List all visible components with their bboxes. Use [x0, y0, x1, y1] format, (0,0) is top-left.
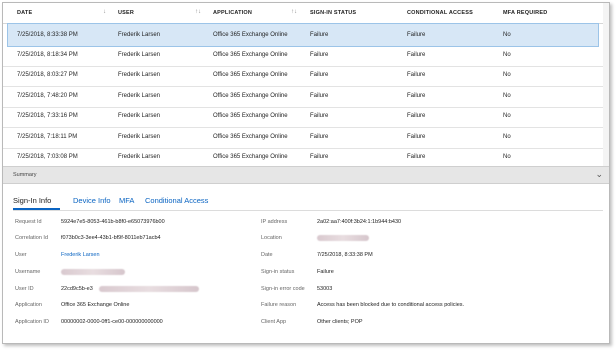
table-header: DATE ↓ USER ↑↓ APPLICATION ↑↓ SIGN-IN ST…	[3, 3, 609, 24]
detail-value: f073b0c3-3ee4-43b1-bf9f-8011eb71acb4	[61, 235, 161, 241]
sort-desc-icon[interactable]: ↓	[103, 9, 106, 15]
table-cell: 7/25/2018, 8:33:38 PM	[17, 32, 78, 38]
table-cell: Failure	[407, 154, 426, 160]
detail-value: 00000002-0000-0ff1-ce00-000000000000	[61, 319, 163, 325]
detail-value: 53003	[317, 286, 333, 292]
column-header-sign-in-status[interactable]: SIGN-IN STATUS	[310, 10, 356, 16]
sort-icon[interactable]: ↑↓	[195, 9, 201, 15]
table-cell: Failure	[310, 154, 329, 160]
column-header-application[interactable]: APPLICATION	[213, 10, 252, 16]
detail-value: Access has been blocked due to condition…	[317, 302, 465, 308]
detail-label: Sign-in status	[261, 269, 295, 275]
table-cell: Failure	[407, 133, 426, 140]
table-cell: Failure	[310, 92, 329, 99]
table-cell: Failure	[310, 72, 329, 78]
table-cell: Office 365 Exchange Online	[213, 32, 288, 38]
table-cell: No	[503, 154, 511, 160]
chevron-down-icon[interactable]: ⌄	[595, 169, 603, 180]
summary-bar[interactable]: Summary ⌄	[3, 166, 609, 184]
table-cell: Failure	[407, 51, 426, 58]
detail-label: Sign-in error code	[261, 286, 305, 292]
tab-sign-in-info[interactable]: Sign-In Info	[13, 196, 51, 205]
detail-label: Failure reason	[261, 302, 297, 308]
table-cell: 7/25/2018, 7:03:08 PM	[17, 154, 78, 160]
detail-value: 5924e7e5-8053-461b-b8f0-e65073976b00	[61, 219, 165, 225]
table-cell: Office 365 Exchange Online	[213, 154, 288, 160]
detail-label: Correlation Id	[15, 235, 49, 241]
redacted-user-id	[99, 286, 199, 292]
detail-value: 2a02:aa7:400f:3b24:1:1b944:b430	[317, 219, 402, 225]
column-header-conditional-access[interactable]: CONDITIONAL ACCESS	[407, 10, 473, 16]
tab-conditional-access[interactable]: Conditional Access	[145, 196, 208, 205]
table-cell: Failure	[310, 51, 329, 58]
table-cell: Failure	[310, 113, 329, 119]
detail-label: IP address	[261, 219, 288, 225]
detail-label: Application	[15, 302, 42, 308]
table-cell: Frederik Larsen	[118, 51, 161, 58]
detail-value: 7/25/2018, 8:33:38 PM	[317, 252, 373, 258]
table-cell: No	[503, 92, 511, 99]
table-cell: Failure	[310, 133, 329, 140]
table-cell: Office 365 Exchange Online	[213, 72, 288, 78]
detail-label: Location	[261, 235, 282, 241]
table-cell: No	[503, 113, 511, 119]
detail-label: Client App	[261, 319, 287, 325]
summary-label: Summary	[13, 172, 37, 178]
table-cell: Frederik Larsen	[118, 32, 161, 38]
redacted-location	[317, 235, 369, 241]
detail-label: Username	[15, 269, 41, 275]
table-scrollbar[interactable]	[603, 3, 609, 166]
detail-label: Date	[261, 252, 273, 258]
table-cell: Failure	[310, 32, 329, 38]
table-cell: Office 365 Exchange Online	[213, 113, 288, 119]
table-cell: No	[503, 133, 511, 140]
detail-label: Request Id	[15, 219, 42, 225]
detail-label: User	[15, 252, 27, 258]
table-cell: 7/25/2018, 7:48:20 PM	[17, 92, 78, 99]
table-cell: No	[503, 72, 511, 78]
sign-ins-panel: DATE ↓ USER ↑↓ APPLICATION ↑↓ SIGN-IN ST…	[2, 2, 610, 344]
redacted-username	[61, 269, 125, 275]
table-cell: Office 365 Exchange Online	[213, 92, 288, 99]
table-cell: Office 365 Exchange Online	[213, 133, 288, 140]
table-cell: Frederik Larsen	[118, 113, 161, 119]
column-header-date[interactable]: DATE	[17, 10, 32, 16]
detail-value: Other clients; POP	[317, 319, 363, 325]
detail-label: Application ID	[15, 319, 49, 325]
table-cell: Frederik Larsen	[118, 92, 161, 99]
table-cell: Failure	[407, 72, 426, 78]
detail-value: Failure	[317, 269, 334, 275]
table-cell: 7/25/2018, 8:03:27 PM	[17, 72, 78, 78]
column-header-mfa-required[interactable]: MFA REQUIRED	[503, 10, 547, 16]
table-cell: Office 365 Exchange Online	[213, 51, 288, 58]
tabs-divider	[13, 210, 603, 211]
tab-mfa[interactable]: MFA	[119, 196, 134, 205]
sort-icon[interactable]: ↑↓	[291, 9, 297, 15]
detail-value: Office 365 Exchange Online	[61, 302, 130, 308]
table-cell: 7/25/2018, 8:18:34 PM	[17, 51, 78, 58]
detail-label: User ID	[15, 286, 34, 292]
tab-device-info[interactable]: Device Info	[73, 196, 111, 205]
table-cell: No	[503, 51, 511, 58]
table-cell: No	[503, 32, 511, 38]
table-cell: Failure	[407, 113, 426, 119]
table-cell: 7/25/2018, 7:18:11 PM	[17, 133, 78, 140]
table-cell: Frederik Larsen	[118, 154, 161, 160]
detail-value: 22cd9c5b-e3	[61, 286, 93, 292]
table-cell: Failure	[407, 92, 426, 99]
table-cell: 7/25/2018, 7:33:16 PM	[17, 113, 78, 119]
column-header-user[interactable]: USER	[118, 10, 134, 16]
user-link[interactable]: Frederik Larsen	[61, 252, 100, 258]
table-cell: Failure	[407, 32, 426, 38]
table-cell: Frederik Larsen	[118, 133, 161, 140]
table-cell: Frederik Larsen	[118, 72, 161, 78]
